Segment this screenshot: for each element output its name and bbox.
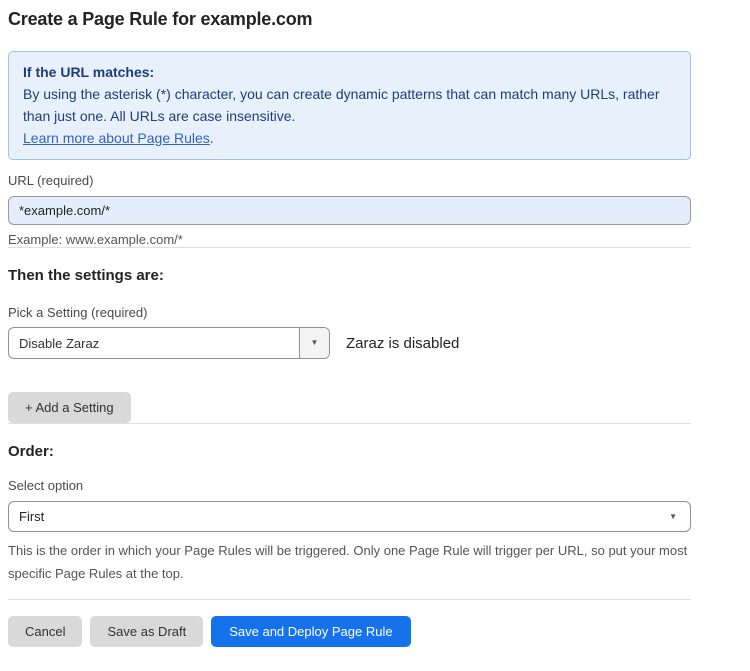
url-example-text: Example: www.example.com/* (8, 232, 691, 247)
settings-heading: Then the settings are: (8, 267, 691, 284)
page-title: Create a Page Rule for example.com (8, 9, 691, 30)
divider (8, 423, 691, 424)
divider (8, 599, 691, 600)
setting-row: Disable Zaraz ▼ Zaraz is disabled (8, 327, 691, 359)
save-draft-button[interactable]: Save as Draft (90, 616, 203, 647)
page-rule-form: Create a Page Rule for example.com If th… (8, 0, 691, 671)
setting-dropdown-arrow-button[interactable]: ▼ (299, 328, 329, 358)
url-match-info-box: If the URL matches: By using the asteris… (8, 51, 691, 160)
order-select[interactable]: First ▼ (8, 501, 691, 532)
chevron-down-icon: ▼ (669, 513, 677, 521)
setting-status-text: Zaraz is disabled (346, 335, 459, 352)
pick-setting-label: Pick a Setting (required) (8, 305, 691, 320)
setting-dropdown[interactable]: Disable Zaraz ▼ (8, 327, 330, 359)
chevron-down-icon: ▼ (311, 339, 319, 347)
info-box-body: By using the asterisk (*) character, you… (23, 83, 676, 127)
add-setting-button[interactable]: + Add a Setting (8, 392, 131, 423)
order-select-value: First (19, 509, 44, 524)
select-option-label: Select option (8, 478, 691, 493)
order-help-text: This is the order in which your Page Rul… (8, 539, 691, 585)
info-box-heading: If the URL matches: (23, 61, 676, 83)
learn-more-link[interactable]: Learn more about Page Rules (23, 130, 210, 146)
divider (8, 247, 691, 248)
setting-dropdown-value: Disable Zaraz (9, 328, 299, 358)
url-input[interactable] (8, 196, 691, 225)
info-link-line: Learn more about Page Rules. (23, 127, 676, 149)
order-heading: Order: (8, 443, 691, 460)
link-period: . (210, 130, 214, 146)
url-label: URL (required) (8, 173, 691, 188)
save-deploy-button[interactable]: Save and Deploy Page Rule (211, 616, 410, 647)
cancel-button[interactable]: Cancel (8, 616, 82, 647)
form-actions: Cancel Save as Draft Save and Deploy Pag… (8, 616, 691, 671)
